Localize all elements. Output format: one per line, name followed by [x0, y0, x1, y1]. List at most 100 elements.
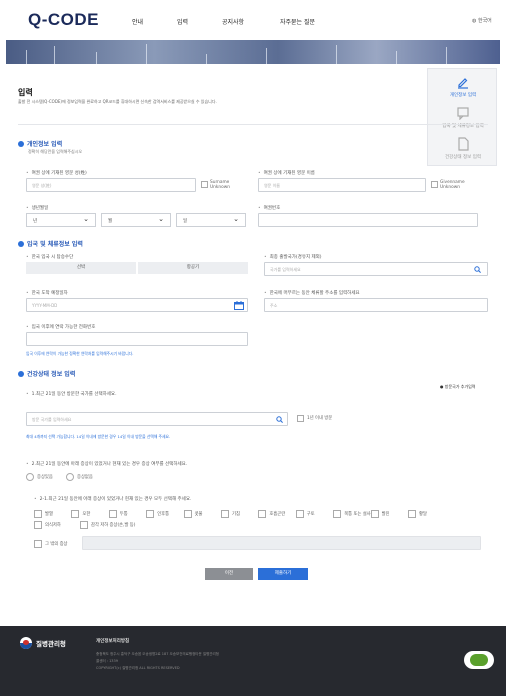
wa-certification-icon: [464, 651, 494, 669]
footer: [0, 626, 506, 696]
nav-input[interactable]: 입력: [177, 17, 188, 26]
surname-input[interactable]: 영문 성(姓): [26, 178, 196, 192]
other-symptom-checkbox[interactable]: [34, 540, 42, 548]
search-icon[interactable]: [276, 416, 283, 423]
symptom-label: 기침: [232, 512, 240, 517]
prev-button[interactable]: 이전: [205, 568, 253, 580]
symptom-label: 황달: [419, 512, 427, 517]
symptom-checkbox[interactable]: [146, 510, 155, 518]
section-bullet-icon: [18, 371, 24, 377]
pencil-icon: [458, 78, 468, 89]
sidebar-item-label: 개인정보 입력: [449, 93, 477, 98]
symptom-checkbox[interactable]: [370, 510, 379, 518]
given-unknown-checkbox[interactable]: [431, 181, 438, 188]
section-health-title: 건강상태 정보 입력: [18, 369, 75, 378]
surname-label: 여권 상에 기재된 영문 성(姓): [26, 170, 87, 176]
q1-label: 1.최근 21일 동안 방문한 국가를 선택하세요.: [26, 391, 117, 397]
symptom-label: 인후통: [157, 512, 170, 517]
banner-image: [6, 40, 500, 64]
birth-label: 생년월일: [26, 205, 49, 211]
birth-day-select[interactable]: 일: [176, 213, 246, 227]
transport-ship-button[interactable]: 선박: [26, 262, 136, 274]
other-symptom-input[interactable]: [82, 536, 481, 550]
arrival-date-input[interactable]: YYYY-MM-DD: [26, 298, 248, 312]
document-icon: [458, 137, 469, 151]
symptom-checkbox[interactable]: [258, 510, 267, 518]
sidebar-item-entry[interactable]: 입국 및 체류정보 입력: [428, 106, 498, 129]
q1-note: 최대 4개까지 선택 가능합니다. 14일 이내에 방문한 경우 14일 이내 …: [26, 434, 171, 439]
symptom-checkbox[interactable]: [408, 510, 416, 518]
plus-circle-icon: ●: [440, 384, 444, 389]
section-label: 개인정보 입력: [27, 141, 63, 148]
section-bullet-icon: [18, 241, 24, 247]
section-label: 건강상태 정보 입력: [27, 371, 76, 378]
privacy-policy-link[interactable]: 개인정보처리방침: [96, 638, 129, 644]
language-label: 한국어: [477, 18, 492, 24]
departure-country-label: 최종 출발국가(경유지 제외): [264, 254, 322, 260]
chat-icon: [457, 107, 469, 120]
page-title: 입력: [18, 88, 33, 97]
within-year-label: 1년 이내 방문: [307, 416, 333, 421]
given-name-input[interactable]: 영문 이름: [258, 178, 426, 192]
nav-faq[interactable]: 자주묻는 질문: [280, 17, 315, 26]
symptom-checkbox[interactable]: [108, 510, 117, 518]
q2-label: 2.최근 21일 동안에 아래 증상이 있었거나 현재 있는 경우 증상 여부를…: [26, 461, 188, 467]
within-year-checkbox[interactable]: [297, 415, 304, 422]
symptom-label: 구토: [306, 512, 315, 517]
contact-note: 입국 이후에 연락이 가능한 정확한 연락처를 입력해주시기 바랍니다.: [26, 351, 134, 356]
sidebar-item-health[interactable]: 건강상태 정보 입력: [428, 137, 498, 160]
page-description: 출발 전 시스템(Q-CODE)에 정보입력을 완료하고 QR코드를 휴대하시면…: [18, 99, 217, 104]
symptom-label: 호흡곤란: [269, 512, 286, 517]
logo[interactable]: Q-CODE: [28, 10, 99, 30]
symptom-no-radio[interactable]: [66, 473, 74, 481]
sidebar-item-personal[interactable]: 개인정보 입력: [428, 75, 498, 98]
footer-copyright: COPYRIGHT(c) 질병관리청 ALL RIGHTS RESERVED: [96, 666, 180, 670]
section-subtitle: 정확히 해당란을 입력해주십시오: [28, 149, 83, 154]
header: Q-CODE 안내 입력 공지사항 자주묻는 질문 ◍ 한국어: [0, 0, 506, 40]
contact-input[interactable]: [26, 332, 248, 346]
symptom-yes-radio[interactable]: [26, 473, 34, 481]
submit-button[interactable]: 제출하기: [258, 568, 308, 580]
symptom-checkbox[interactable]: [34, 510, 42, 518]
symptom-checkbox[interactable]: [34, 521, 42, 529]
symptom-checkbox[interactable]: [221, 510, 229, 518]
transport-air-button[interactable]: 항공기: [138, 262, 248, 274]
symptom-label: 복통 또는 설사: [344, 512, 371, 517]
nav-guide[interactable]: 안내: [132, 17, 143, 26]
symptom-checkbox[interactable]: [183, 510, 192, 518]
divider: [18, 124, 488, 125]
symptom-checkbox[interactable]: [71, 510, 80, 518]
visited-country-input[interactable]: 방문 국가를 입력하세요: [26, 412, 288, 426]
globe-icon: ◍: [472, 18, 477, 24]
section-bullet-icon: [18, 141, 24, 147]
symptom-label: 콧물: [194, 512, 203, 517]
symptom-label: 감각 저하 증상(손,발 등): [91, 523, 136, 528]
given-name-label: 여권 상에 기재된 영문 이름: [258, 170, 315, 176]
symptom-checkbox[interactable]: [333, 510, 342, 518]
symptom-label: 의식저하: [45, 523, 61, 528]
address-label: 한국에 머무르는 동안 체류할 주소를 입력하세요: [264, 290, 360, 296]
nav-notice[interactable]: 공지사항: [222, 17, 244, 26]
add-country-link[interactable]: ● 방문국가 추가입력: [440, 384, 476, 390]
symptom-label: 발열: [45, 512, 53, 517]
calendar-icon[interactable]: [234, 301, 244, 310]
symptom-label: 발진: [381, 512, 390, 517]
other-symptom-label: 그 밖의 증상: [45, 542, 68, 547]
birth-year-select[interactable]: 년: [26, 213, 96, 227]
footer-org: 질병관리청: [20, 637, 66, 649]
surname-unknown-checkbox[interactable]: [201, 181, 208, 188]
footer-address: 충청북도 청주시 흥덕구 오송읍 오송생명2로 187 오송보건의료행정타운 질…: [96, 652, 219, 656]
symptom-checkbox[interactable]: [295, 510, 304, 518]
contact-label: 입국 이후에 연락 가능한 전화번호: [26, 324, 96, 330]
language-select[interactable]: ◍ 한국어: [472, 17, 492, 24]
departure-country-input[interactable]: 국가를 입력하세요: [264, 262, 488, 276]
search-icon[interactable]: [474, 266, 481, 273]
address-input[interactable]: 주소: [264, 298, 488, 312]
passport-input[interactable]: [258, 213, 478, 227]
kdca-logo-icon: [20, 637, 32, 649]
symptom-label: 두통: [119, 512, 128, 517]
transport-label: 한국 입국 시 탑승수단: [26, 254, 74, 260]
birth-month-select[interactable]: 월: [101, 213, 171, 227]
symptom-checkbox[interactable]: [80, 521, 88, 529]
section-entry-title: 입국 및 체류정보 입력: [18, 239, 83, 248]
